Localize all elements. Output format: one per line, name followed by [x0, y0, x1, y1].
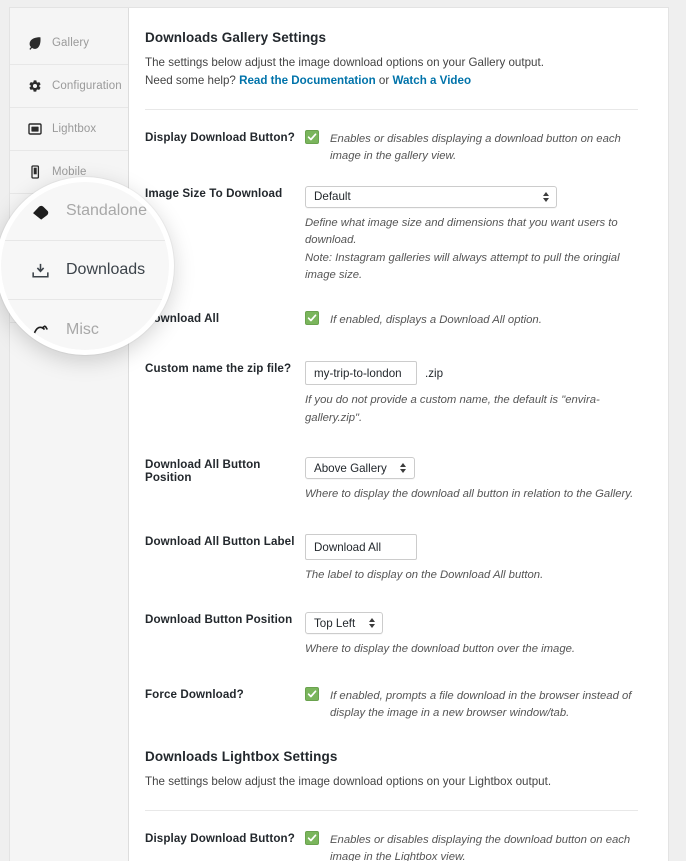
row-zip-file-name: Custom name the zip file? my-trip-to-lon…: [145, 329, 646, 427]
row-description: If enabled, prompts a file download in t…: [330, 689, 632, 720]
sidebar-item-label: Gallery: [52, 37, 90, 49]
row-display-download-button: Display Download Button? Enables or disa…: [145, 110, 646, 166]
row-label: Download Button Position: [145, 613, 293, 627]
gallery-section-description: The settings below adjust the image down…: [145, 54, 646, 90]
magnified-sidebar-item-downloads[interactable]: Downloads: [1, 241, 169, 300]
lightbox-section-title: Downloads Lightbox Settings: [145, 748, 338, 764]
settings-sidebar: Gallery Configuration Lightbox Mobile St: [10, 8, 129, 861]
row-description: Where to display the download all button…: [305, 488, 634, 501]
zip-extension-suffix: .zip: [425, 366, 444, 380]
download-button-position-value: Top Left: [314, 616, 356, 630]
download-all-button-position-value: Above Gallery: [314, 461, 387, 475]
chevron-updown-icon: [541, 191, 550, 202]
misc-icon: [31, 320, 50, 339]
force-download-gallery-checkbox[interactable]: [305, 686, 319, 701]
row-lightbox-display-download-button: Display Download Button? Enables or disa…: [145, 811, 646, 861]
sidebar-item-label: Configuration: [52, 80, 122, 92]
magnified-sidebar-item-label: Misc: [66, 320, 99, 338]
image-size-desc-line2: Note: Instagram galleries will always at…: [305, 251, 620, 282]
sidebar-item-configuration[interactable]: Configuration: [10, 65, 128, 108]
row-label: Force Download?: [145, 687, 244, 701]
row-download-button-position: Download Button Position Top Left Where …: [145, 584, 646, 659]
magnifier-lens: Standalone Downloads Misc: [0, 177, 174, 355]
row-description: Enables or disables displaying the downl…: [330, 833, 631, 861]
row-download-all-button-position: Download All Button Position Above Galle…: [145, 427, 646, 504]
gear-icon: [28, 79, 42, 93]
row-description: Where to display the download button ove…: [305, 643, 576, 656]
download-all-checkbox[interactable]: [305, 310, 319, 325]
download-tray-icon: [31, 261, 50, 280]
mobile-icon: [28, 165, 42, 179]
image-size-select[interactable]: Default: [305, 185, 557, 208]
row-image-size-to-download: Image Size To Download Default Define wh…: [145, 166, 646, 285]
download-all-button-position-select[interactable]: Above Gallery: [305, 457, 415, 480]
row-description: If enabled, displays a Download All opti…: [330, 313, 542, 326]
zip-name-input[interactable]: my-trip-to-london: [305, 361, 417, 386]
sidebar-item-label: Lightbox: [52, 123, 97, 135]
lightbox-section-description: The settings below adjust the image down…: [145, 774, 552, 788]
row-label: Download All Button Position: [145, 458, 261, 485]
row-label: Download All: [145, 311, 220, 325]
magnifier-lens-content: Standalone Downloads Misc: [1, 182, 169, 350]
row-description: The label to display on the Download All…: [305, 568, 544, 581]
download-button-position-select[interactable]: Top Left: [305, 612, 384, 635]
settings-content: Downloads Gallery Settings The settings …: [129, 8, 668, 861]
chevron-updown-icon: [367, 618, 376, 629]
sidebar-item-lightbox[interactable]: Lightbox: [10, 108, 128, 151]
chevron-updown-icon: [399, 463, 408, 474]
help-prefix: Need some help?: [145, 73, 240, 87]
leaf-icon: [28, 36, 42, 50]
magnified-sidebar-item-standalone[interactable]: Standalone: [1, 182, 169, 241]
row-force-download-gallery: Force Download? If enabled, prompts a fi…: [145, 659, 646, 723]
row-label: Custom name the zip file?: [145, 362, 292, 376]
magnified-sidebar-item-label: Downloads: [66, 261, 146, 278]
row-download-all: Download All If enabled, displays a Down…: [145, 285, 646, 330]
image-size-desc-line1: Define what image size and dimensions th…: [305, 216, 618, 247]
row-download-all-button-label: Download All Button Label Download All T…: [145, 504, 646, 585]
sidebar-item-gallery[interactable]: Gallery: [10, 22, 128, 65]
magnified-sidebar-item-label: Standalone: [66, 202, 147, 219]
lightbox-icon: [28, 122, 42, 136]
row-description: Define what image size and dimensions th…: [305, 215, 646, 285]
documentation-link[interactable]: Read the Documentation: [239, 74, 376, 87]
image-size-select-value: Default: [314, 190, 351, 204]
magnified-sidebar-item-misc[interactable]: Misc: [1, 300, 169, 350]
row-label: Display Download Button?: [145, 831, 295, 845]
display-download-button-checkbox[interactable]: [305, 129, 319, 144]
row-label: Display Download Button?: [145, 130, 295, 144]
lightbox-display-download-button-checkbox[interactable]: [305, 830, 319, 845]
help-middle: or: [375, 73, 393, 87]
watch-video-link[interactable]: Watch a Video: [392, 74, 471, 87]
download-all-button-label-input[interactable]: Download All: [305, 533, 417, 560]
lightbox-section: Downloads Lightbox Settings The settings…: [145, 749, 646, 861]
row-description: If you do not provide a custom name, the…: [305, 394, 600, 424]
tag-icon: [31, 202, 50, 221]
settings-panel: Gallery Configuration Lightbox Mobile St: [10, 8, 668, 861]
page-title: Downloads Gallery Settings: [145, 30, 327, 45]
row-label: Download All Button Label: [145, 534, 295, 548]
gallery-section-desc-line1: The settings below adjust the image down…: [145, 56, 544, 69]
row-description: Enables or disables displaying a downloa…: [330, 132, 621, 163]
